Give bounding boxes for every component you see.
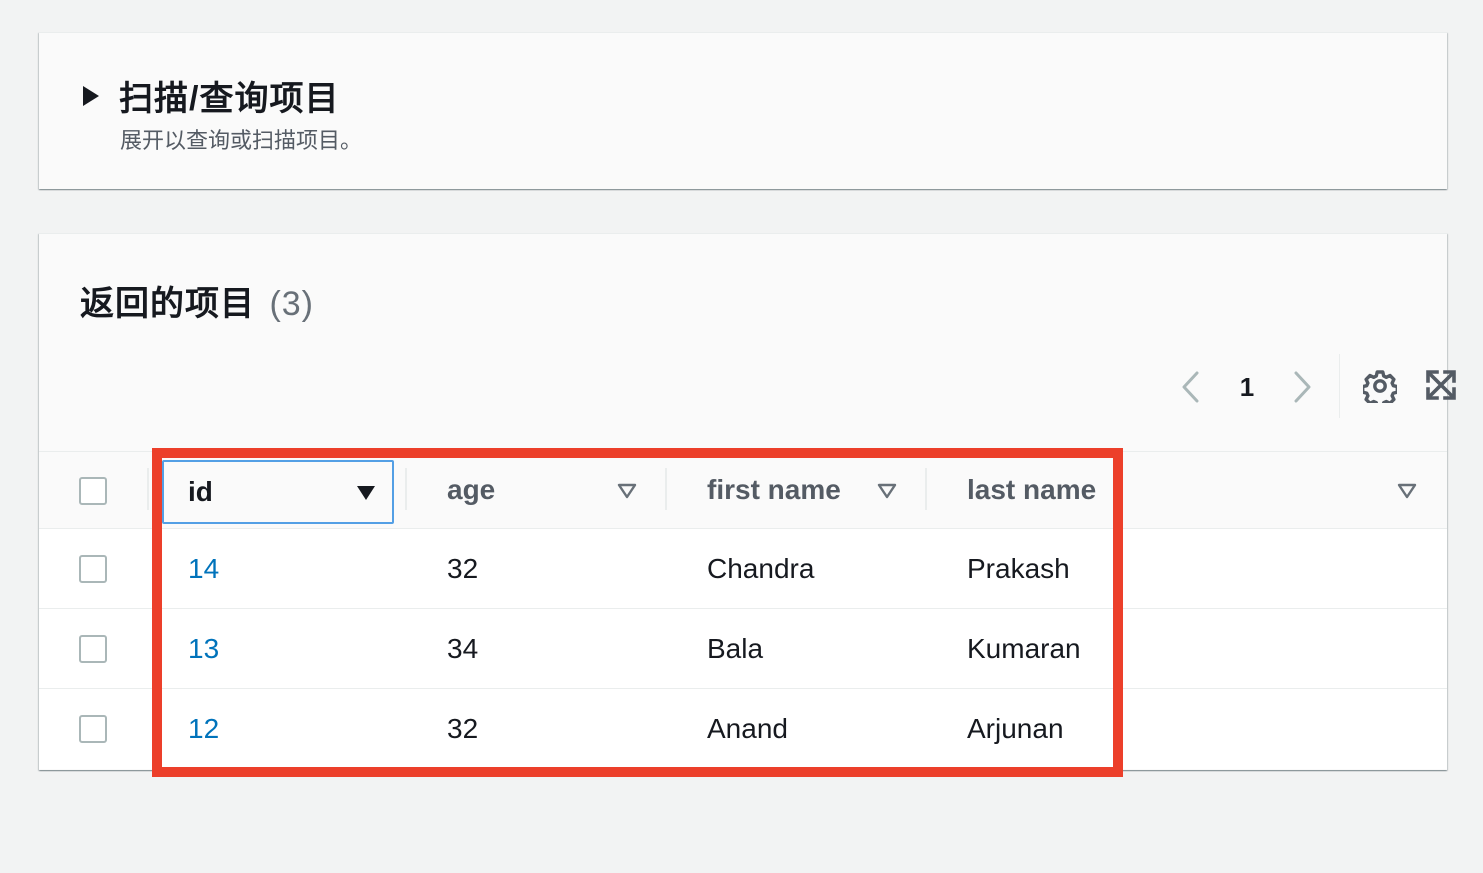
cell-first-name: Anand [707,713,788,744]
sort-icon[interactable] [1397,482,1417,500]
items-table: id age first name last name 14 32 Chandr… [39,451,1447,769]
cell-last-name: Kumaran [967,633,1081,664]
column-header-label: id [188,476,213,507]
column-divider [147,468,149,510]
gear-icon[interactable] [1363,369,1397,403]
column-divider [925,468,927,510]
cell-age: 32 [447,713,479,744]
column-divider [405,468,407,510]
table-row[interactable]: 13 34 Bala Kumaran [39,609,1447,689]
column-header-label: last name [967,474,1097,505]
cell-last-name: Prakash [967,553,1070,584]
cell-first-name: Bala [707,633,764,664]
column-header-label: first name [707,474,841,505]
chevron-right-icon[interactable] [1290,370,1314,404]
scan-query-panel: 扫描/查询项目 展开以查询或扫描项目。 [39,32,1447,189]
column-header-label: age [447,474,496,505]
fullscreen-icon[interactable] [1425,369,1457,401]
scan-query-title[interactable]: 扫描/查询项目 [119,71,339,120]
returned-items-title: 返回的项目 [80,285,255,323]
cell-age: 32 [447,553,479,584]
returned-items-panel: 返回的项目 (3) 1 id age first name last name … [39,233,1456,770]
column-header-id[interactable]: id [162,460,394,524]
column-header-age[interactable]: age [447,452,667,530]
scan-query-expand-toggle[interactable]: 扫描/查询项目 [83,71,339,120]
row-select-checkbox[interactable] [79,635,107,663]
sort-descending-icon[interactable] [356,484,376,502]
row-select-checkbox[interactable] [79,555,107,583]
column-divider [665,468,667,510]
chevron-left-icon[interactable] [1179,370,1203,404]
scan-query-description: 展开以查询或扫描项目。 [120,128,363,153]
cell-id-link[interactable]: 13 [188,633,219,665]
table-row[interactable]: 12 32 Anand Arjunan [39,689,1447,769]
sort-icon[interactable] [617,482,637,500]
pagination-divider [1339,354,1340,418]
cell-age: 34 [447,633,479,664]
pagination: 1 [1107,354,1456,420]
caret-right-icon[interactable] [83,85,99,106]
table-row[interactable]: 14 32 Chandra Prakash [39,529,1447,609]
cell-first-name: Chandra [707,553,815,584]
column-header-last-name[interactable]: last name [967,452,1427,530]
returned-items-heading: 返回的项目 (3) [80,276,314,325]
cell-id-link[interactable]: 12 [188,713,219,745]
row-select-checkbox[interactable] [79,715,107,743]
cell-id-link[interactable]: 14 [188,553,219,585]
select-all-checkbox[interactable] [79,477,107,505]
cell-last-name: Arjunan [967,713,1064,744]
column-header-first-name[interactable]: first name [707,452,927,530]
table-header-row: id age first name last name [39,451,1447,529]
page-number-current[interactable]: 1 [1235,370,1259,404]
returned-items-count: (3) [269,285,315,323]
sort-icon[interactable] [877,482,897,500]
